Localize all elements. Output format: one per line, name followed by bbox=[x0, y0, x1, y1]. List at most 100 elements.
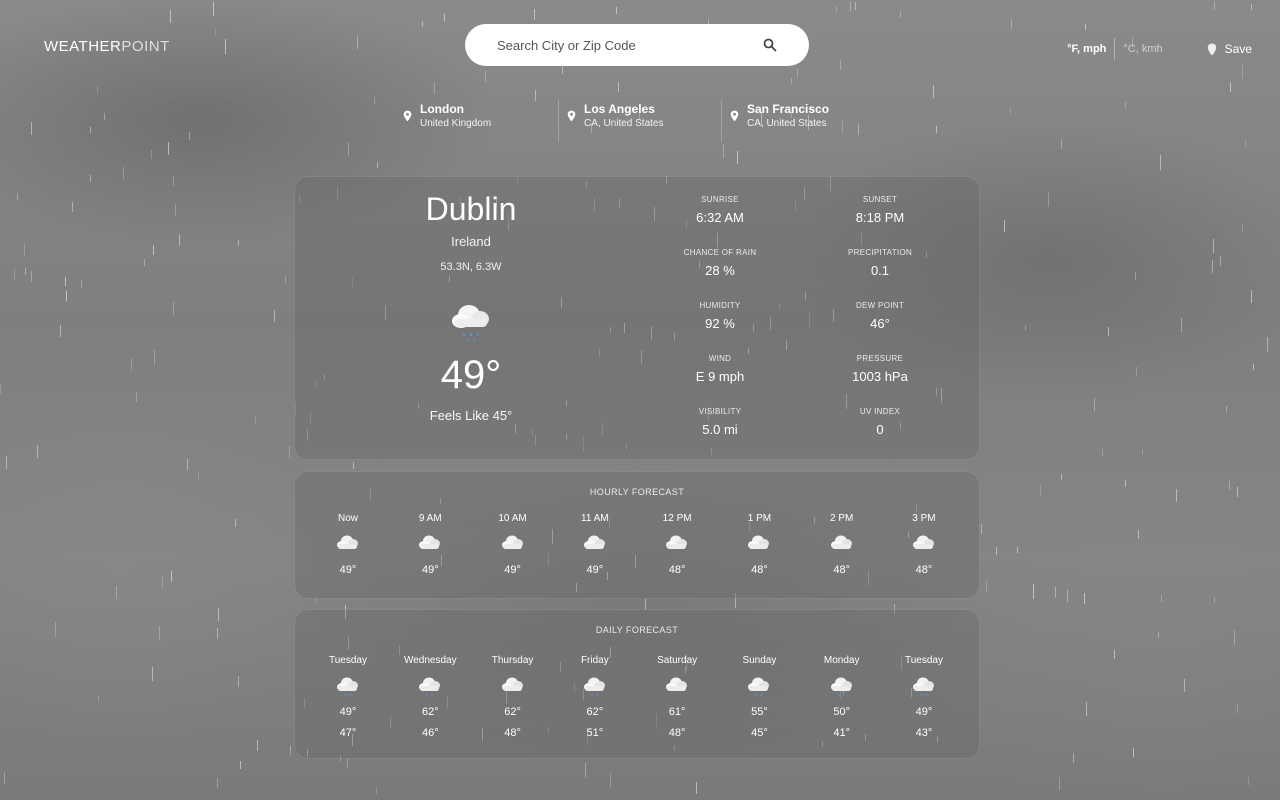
forecast-temperature: 49° bbox=[339, 564, 357, 576]
forecast-day: Saturday bbox=[657, 655, 698, 666]
hourly-forecast-item[interactable]: 1 PM 48° bbox=[718, 513, 800, 576]
daily-forecast-item[interactable]: Friday 62° 51° bbox=[554, 655, 636, 739]
unit-metric-button[interactable]: °C, kmh bbox=[1115, 43, 1170, 55]
daily-forecast-item[interactable]: Sunday 55° 45° bbox=[718, 655, 800, 739]
stat-precipitation: PRECIPITATION 0.1 bbox=[800, 248, 960, 289]
location-region: United Kingdom bbox=[420, 118, 492, 129]
hourly-forecast-item[interactable]: 11 AM 49° bbox=[554, 513, 636, 576]
stat-uv-index: UV INDEX 0 bbox=[800, 407, 960, 448]
forecast-low: 45° bbox=[751, 727, 768, 739]
stat-label: HUMIDITY bbox=[699, 301, 741, 310]
forecast-high: 62° bbox=[586, 706, 604, 718]
hourly-forecast-item[interactable]: Now 49° bbox=[307, 513, 389, 576]
location-pin-icon bbox=[730, 110, 739, 122]
search-input[interactable] bbox=[497, 37, 737, 53]
stat-sunset: SUNSET 8:18 PM bbox=[800, 195, 960, 236]
forecast-time: Now bbox=[337, 513, 358, 524]
hourly-forecast-title: HOURLY FORECAST bbox=[589, 487, 685, 497]
forecast-high: 49° bbox=[339, 706, 357, 718]
daily-forecast-item[interactable]: Saturday 61° 48° bbox=[636, 655, 718, 739]
saved-locations: London United Kingdom Los Angeles CA, Un… bbox=[395, 100, 884, 142]
stat-humidity: HUMIDITY 92 % bbox=[640, 301, 800, 342]
current-temperature: 49° bbox=[440, 353, 502, 397]
daily-forecast-item[interactable]: Monday 50° 41° bbox=[801, 655, 883, 739]
saved-location-los-angeles[interactable]: Los Angeles CA, United States bbox=[558, 100, 721, 142]
hourly-forecast-item[interactable]: 3 PM 48° bbox=[883, 513, 965, 576]
stat-label: SUNRISE bbox=[701, 195, 739, 204]
coordinates: 53.3N, 6.3W bbox=[440, 261, 502, 273]
daily-forecast-item[interactable]: Tuesday 49° 43° bbox=[883, 655, 965, 739]
cloud-rain-icon bbox=[337, 677, 358, 696]
cloud-icon bbox=[748, 535, 770, 549]
hourly-forecast-item[interactable]: 9 AM 49° bbox=[389, 513, 471, 576]
stat-value: 8:18 PM bbox=[855, 210, 905, 225]
search-icon[interactable] bbox=[763, 38, 777, 52]
stat-chance-of-rain: CHANCE OF RAIN 28 % bbox=[640, 248, 800, 289]
forecast-temperature: 49° bbox=[504, 564, 521, 576]
forecast-day: Tuesday bbox=[904, 655, 943, 666]
hourly-forecast-item[interactable]: 12 PM 48° bbox=[636, 513, 718, 576]
forecast-temperature: 49° bbox=[586, 564, 604, 576]
cloud-icon bbox=[501, 677, 523, 691]
city-name: Dublin bbox=[425, 191, 517, 227]
search-bar[interactable] bbox=[465, 24, 809, 66]
logo-light: POINT bbox=[121, 38, 170, 55]
country-name: Ireland bbox=[451, 234, 491, 249]
saved-location-san-francisco[interactable]: San Francisco CA, United States bbox=[721, 100, 884, 142]
forecast-high: 49° bbox=[915, 706, 933, 718]
forecast-high: 62° bbox=[504, 706, 521, 718]
app-logo[interactable]: WEATHERPOINT bbox=[44, 38, 170, 55]
forecast-high: 62° bbox=[421, 706, 439, 718]
daily-forecast-item[interactable]: Thursday 62° 48° bbox=[472, 655, 554, 739]
cloud-rain-icon bbox=[748, 677, 770, 696]
cloud-rain-icon bbox=[912, 677, 934, 696]
current-summary: Dublin Ireland 53.3N, 6.3W 49° Feels Lik… bbox=[295, 177, 647, 423]
daily-forecast-panel: DAILY FORECAST Tuesday 49° 47° Wednesday 62°… bbox=[294, 609, 980, 759]
forecast-time: 1 PM bbox=[747, 513, 772, 524]
cloud-icon bbox=[666, 535, 688, 549]
cloud-rain-icon bbox=[452, 305, 489, 341]
stat-label: WIND bbox=[708, 354, 732, 363]
stat-value: E 9 mph bbox=[695, 369, 745, 384]
feels-like: Feels Like 45° bbox=[429, 408, 513, 423]
stat-value: 1003 hPa bbox=[852, 369, 908, 384]
logo-bold: WEATHER bbox=[44, 38, 122, 55]
forecast-low: 43° bbox=[915, 727, 933, 739]
location-name: San Francisco bbox=[747, 102, 830, 116]
location-name: Los Angeles bbox=[584, 102, 655, 116]
cloud-icon bbox=[501, 535, 523, 549]
forecast-low: 46° bbox=[421, 727, 439, 739]
stat-label: UV INDEX bbox=[859, 407, 901, 416]
save-label: Save bbox=[1224, 42, 1252, 56]
cloud-rain-icon bbox=[583, 677, 605, 696]
weather-stats: SUNRISE 6:32 AM SUNSET 8:18 PM CHANCE OF… bbox=[640, 195, 970, 448]
forecast-time: 9 AM bbox=[418, 513, 442, 524]
hourly-forecast-panel: HOURLY FORECAST Now 49° 9 AM 49° 10 AM 49° 11 … bbox=[294, 471, 980, 599]
forecast-time: 2 PM bbox=[830, 513, 854, 524]
location-region: CA, United States bbox=[747, 118, 827, 129]
daily-forecast-item[interactable]: Tuesday 49° 47° bbox=[307, 655, 389, 739]
forecast-day: Tuesday bbox=[329, 655, 367, 666]
forecast-temperature: 48° bbox=[833, 564, 850, 576]
forecast-day: Thursday bbox=[491, 655, 534, 666]
forecast-high: 50° bbox=[833, 706, 850, 718]
forecast-temperature: 48° bbox=[668, 564, 686, 576]
forecast-day: Friday bbox=[580, 655, 609, 666]
hourly-forecast-item[interactable]: 2 PM 48° bbox=[801, 513, 883, 576]
save-button[interactable]: Save bbox=[1207, 42, 1252, 56]
unit-imperial-button[interactable]: °F, mph bbox=[1059, 43, 1114, 55]
cloud-icon bbox=[830, 535, 852, 549]
stat-label: CHANCE OF RAIN bbox=[683, 248, 757, 257]
forecast-low: 48° bbox=[668, 727, 686, 739]
stat-pressure: PRESSURE 1003 hPa bbox=[800, 354, 960, 395]
current-conditions-panel: Dublin Ireland 53.3N, 6.3W 49° Feels Lik… bbox=[294, 176, 980, 460]
forecast-high: 61° bbox=[668, 706, 686, 718]
daily-forecast-list: Tuesday 49° 47° Wednesday 62° 46° Thursday 62° 4… bbox=[295, 655, 979, 739]
hourly-forecast-list: Now 49° 9 AM 49° 10 AM 49° 11 AM 49° 12 PM 48° 1 P… bbox=[295, 513, 979, 576]
cloud-icon bbox=[583, 535, 605, 549]
stat-sunrise: SUNRISE 6:32 AM bbox=[640, 195, 800, 236]
hourly-forecast-item[interactable]: 10 AM 49° bbox=[472, 513, 554, 576]
cloud-icon bbox=[912, 535, 934, 549]
saved-location-london[interactable]: London United Kingdom bbox=[395, 100, 558, 142]
daily-forecast-item[interactable]: Wednesday 62° 46° bbox=[389, 655, 471, 739]
